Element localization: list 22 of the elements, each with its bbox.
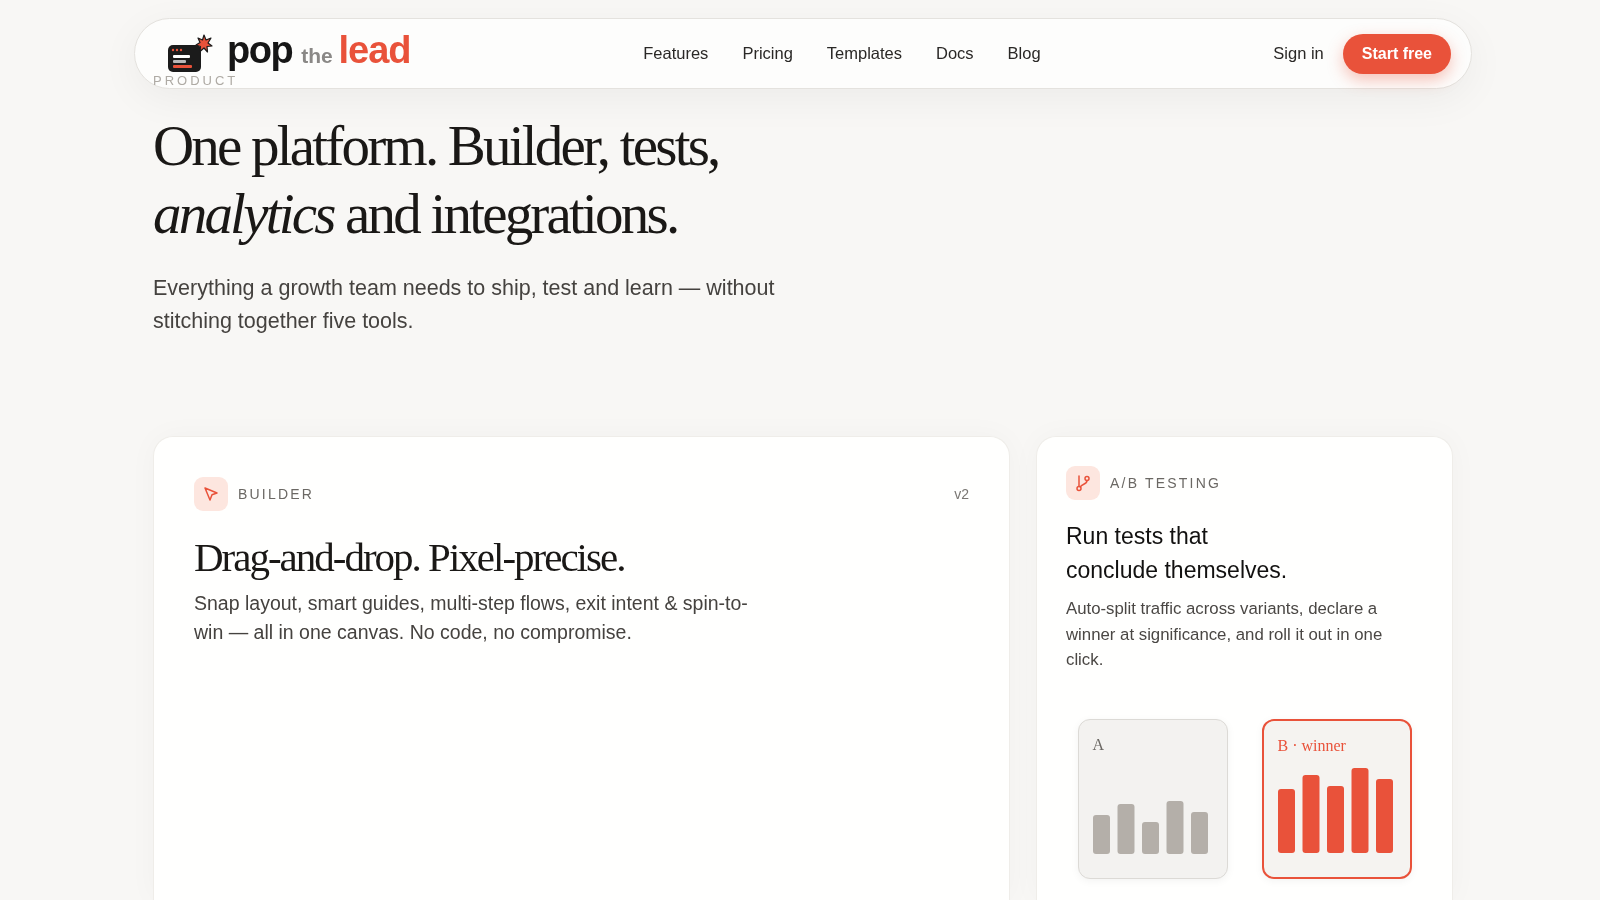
- version-label: v2: [954, 486, 969, 502]
- start-free-button[interactable]: Start free: [1342, 33, 1451, 74]
- hero-heading: One platform. Builder, tests, analytics and integrations.: [153, 113, 719, 247]
- card-label: BUILDER: [238, 486, 315, 502]
- branch-icon: [1066, 466, 1100, 500]
- nav-link[interactable]: Docs: [936, 44, 974, 63]
- sign-in-link[interactable]: Sign in: [1273, 44, 1324, 63]
- card-title: Drag-and-drop. Pixel-precise.: [194, 533, 625, 582]
- card-description: Snap layout, smart guides, multi-step flows, exit intent & spin-to-win — all in one canvas. No code, no compromise.: [194, 591, 749, 645]
- nav-link[interactable]: Features: [643, 44, 709, 63]
- variant-label: B · winner: [1277, 736, 1346, 755]
- cursor-icon: [194, 477, 228, 511]
- logo-icon: [167, 34, 213, 73]
- card-title: Run tests that conclude themselves.: [1066, 522, 1288, 585]
- nav-link[interactable]: Blog: [1007, 44, 1041, 63]
- nav-link[interactable]: Pricing: [742, 44, 793, 63]
- hero-subtitle: Everything a growth team needs to ship, test and learn — without stitching together five tools.: [153, 275, 776, 335]
- nav-link[interactable]: Templates: [826, 44, 902, 63]
- card-description: Auto-split traffic across variants, declare a winner at significance, and roll it out in one click.: [1066, 598, 1384, 671]
- variant-label: A: [1092, 735, 1105, 754]
- card-label: A/B TESTING: [1110, 475, 1222, 491]
- section-eyebrow: PRODUCT: [153, 73, 239, 89]
